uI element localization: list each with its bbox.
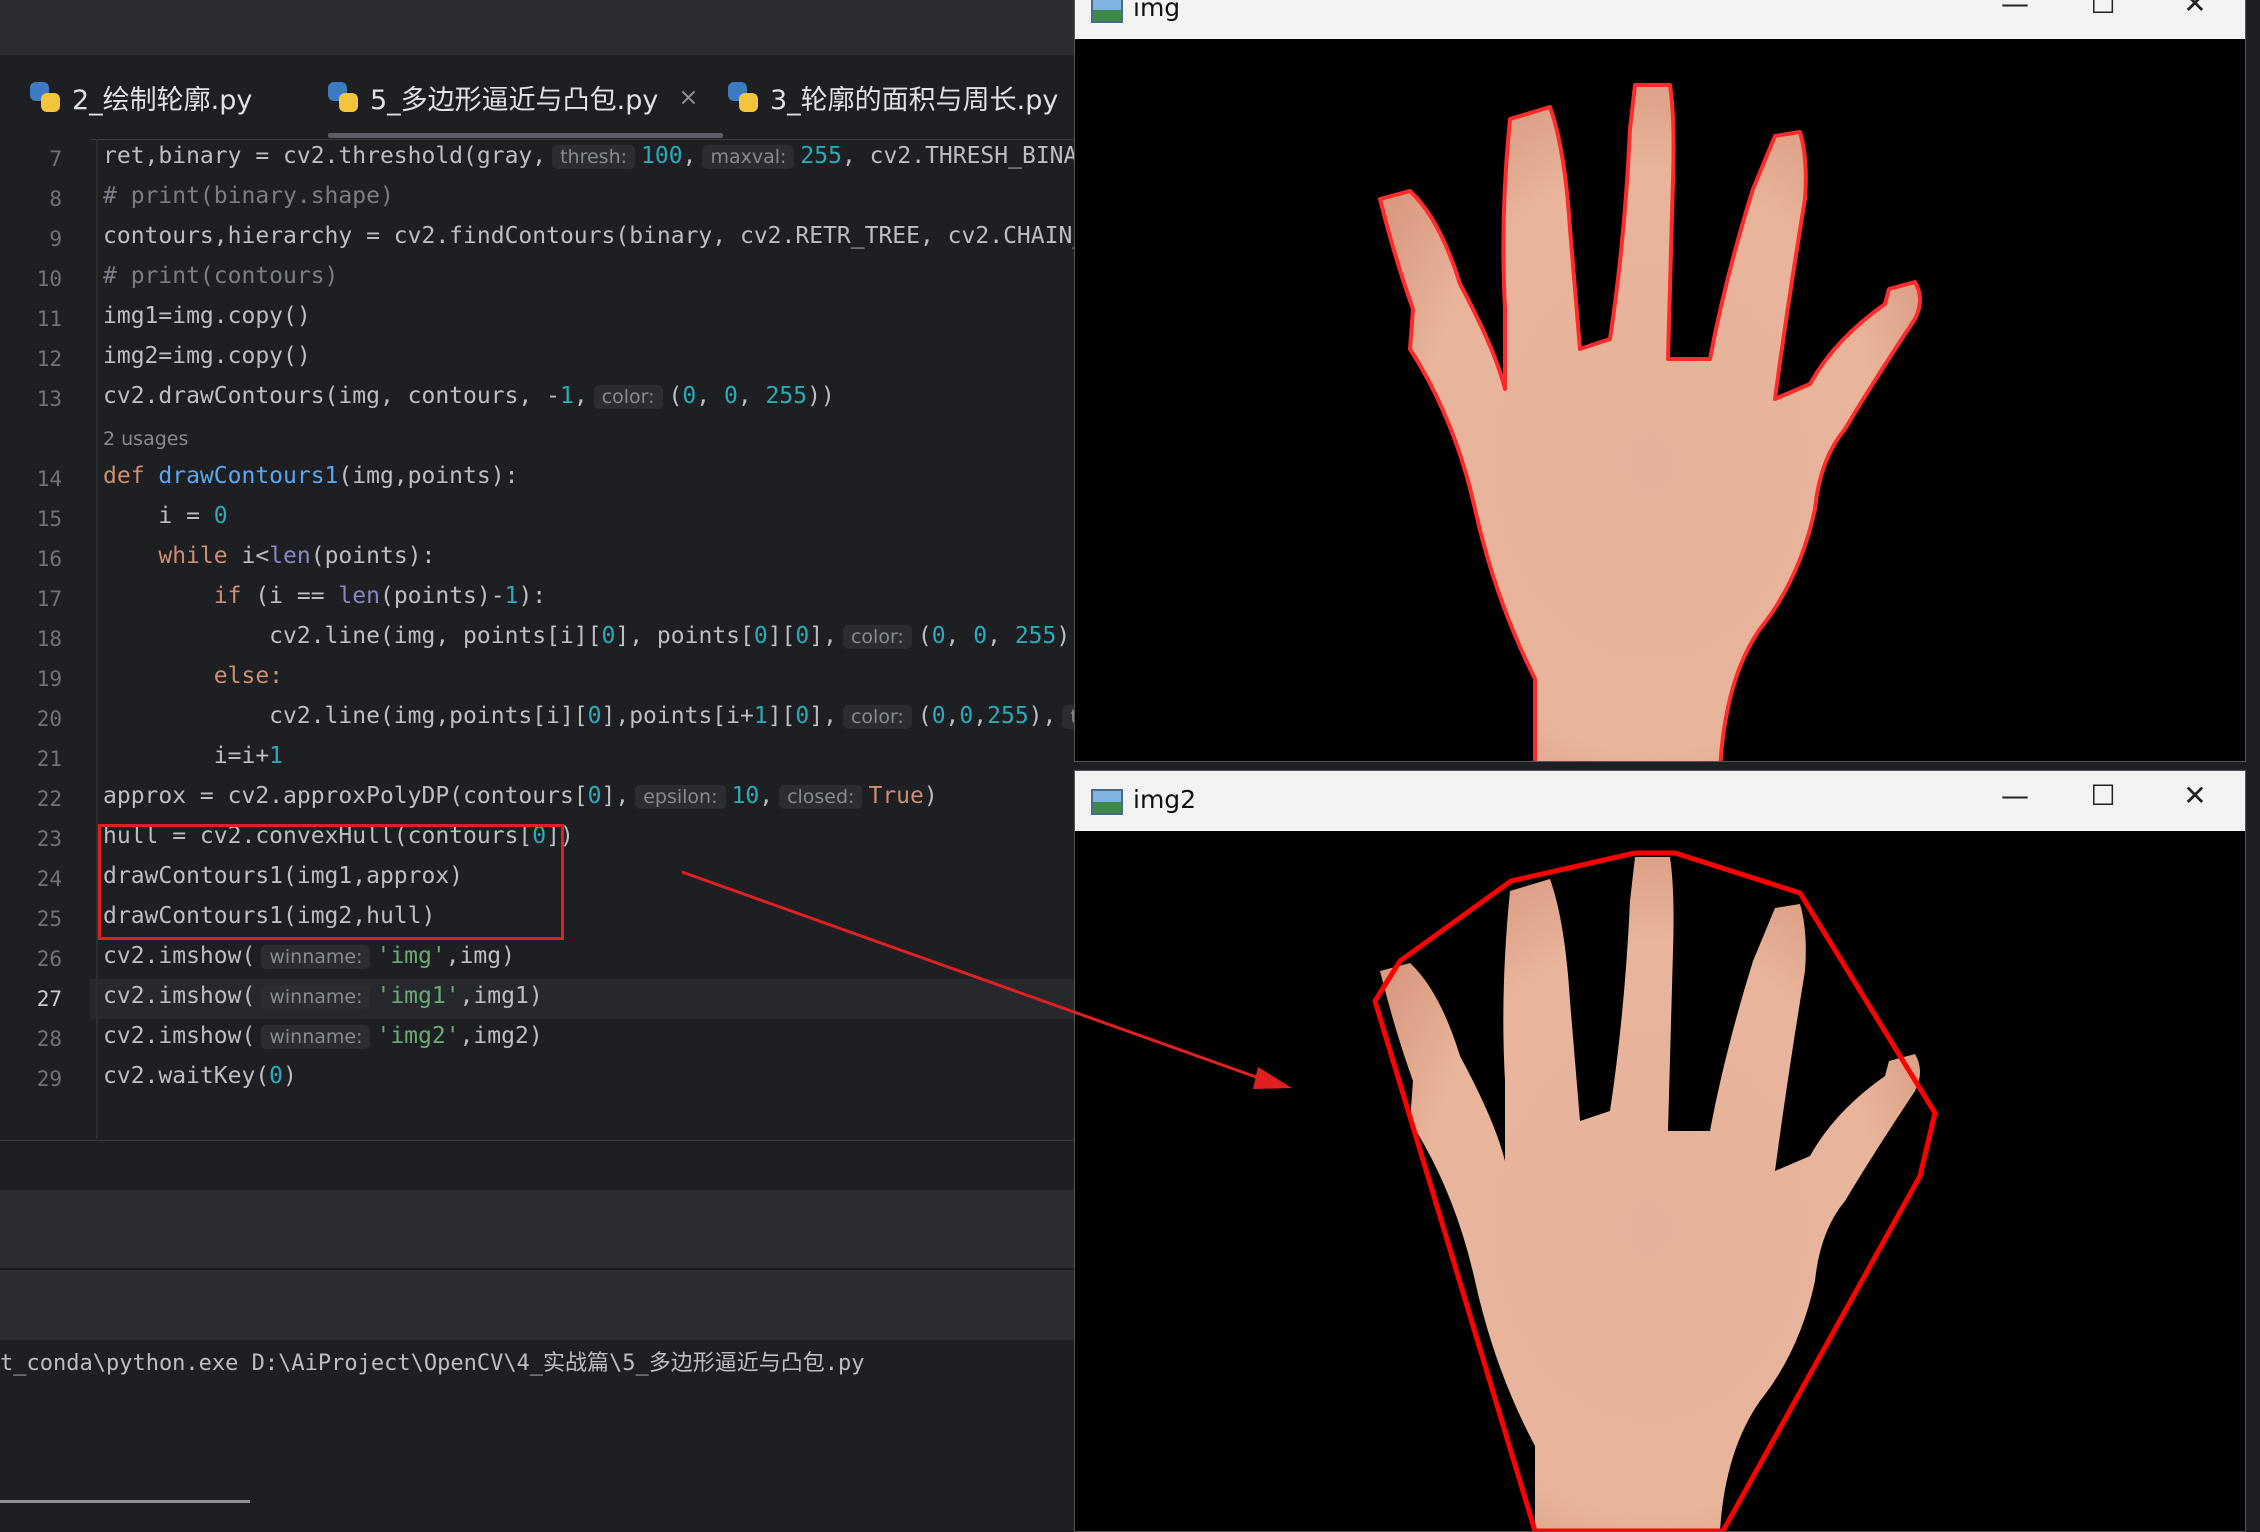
annotation-arrow: [681, 870, 1292, 1089]
